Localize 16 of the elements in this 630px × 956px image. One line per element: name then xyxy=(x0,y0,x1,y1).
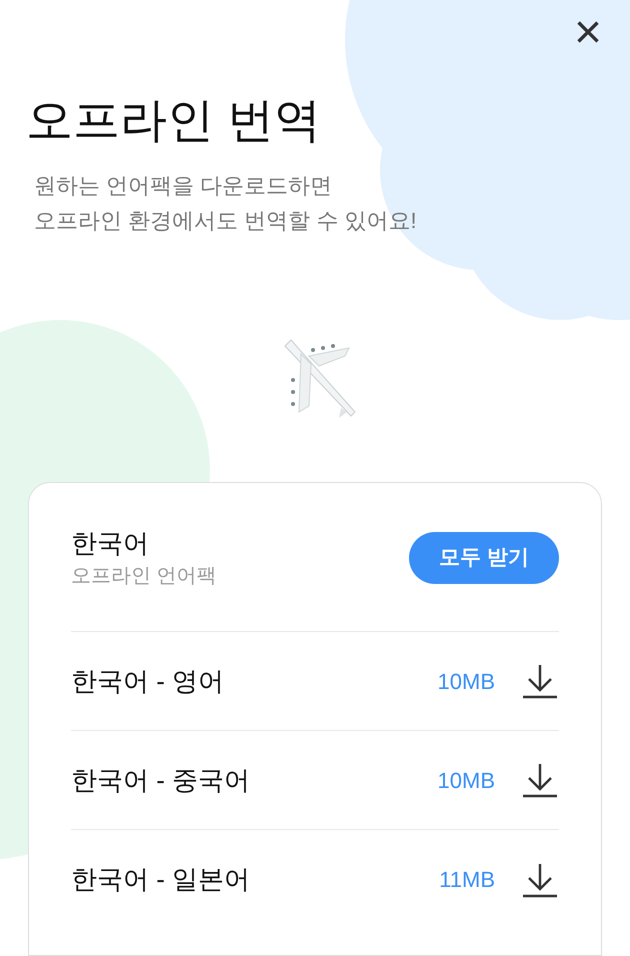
download-icon[interactable] xyxy=(521,862,559,898)
language-pack-name: 한국어 - 중국어 xyxy=(71,764,252,796)
page-title: 오프라인 번역 xyxy=(26,92,322,148)
card-title: 한국어 xyxy=(71,527,150,560)
download-icon[interactable] xyxy=(521,762,559,798)
download-icon[interactable] xyxy=(521,663,559,699)
airplane-icon xyxy=(282,338,358,420)
pack-size: 11MB xyxy=(439,866,495,894)
language-pack-name: 한국어 - 일본어 xyxy=(71,863,252,896)
close-button[interactable]: × xyxy=(566,14,610,52)
description-text: 오프라인 환경에서도 번역할 수 있어요! xyxy=(34,207,418,235)
pack-size: 10MB xyxy=(438,668,495,696)
pack-size: 10MB xyxy=(438,766,495,794)
language-pack-name: 한국어 - 영어 xyxy=(71,664,226,698)
description-text: 원하는 언어팩을 다운로드하면 xyxy=(34,172,334,200)
card-subtitle: 오프라인 언어팩 xyxy=(71,564,217,589)
